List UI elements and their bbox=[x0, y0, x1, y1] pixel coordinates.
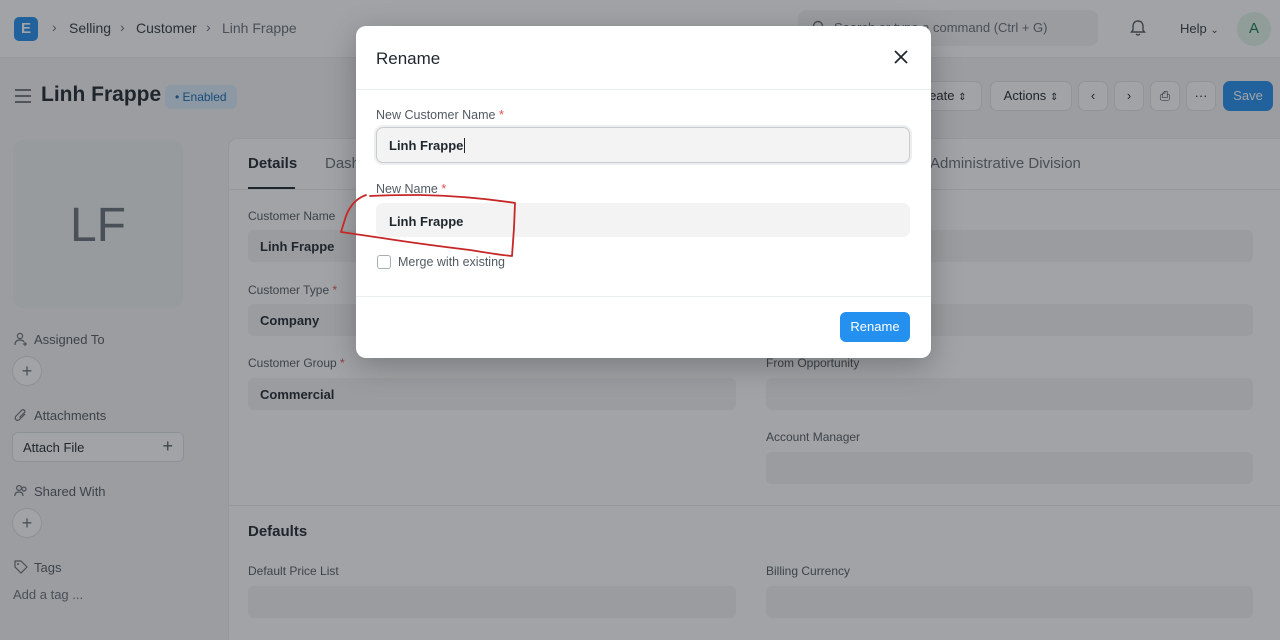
rename-dialog: Rename New Customer Name * Linh Frappe N… bbox=[356, 26, 931, 358]
close-icon[interactable] bbox=[891, 47, 911, 67]
dialog-title: Rename bbox=[376, 49, 441, 68]
new-name-label: New Name * bbox=[376, 182, 446, 196]
dialog-header-divider bbox=[356, 89, 931, 90]
new-customer-name-input[interactable]: Linh Frappe bbox=[376, 127, 910, 163]
dialog-footer-divider bbox=[356, 296, 931, 297]
merge-checkbox[interactable] bbox=[377, 255, 391, 269]
new-customer-name-value: Linh Frappe bbox=[389, 138, 464, 153]
new-name-input[interactable]: Linh Frappe bbox=[376, 203, 910, 237]
new-name-label-text: New Name bbox=[376, 182, 438, 196]
new-customer-name-label: New Customer Name * bbox=[376, 108, 504, 122]
rename-button[interactable]: Rename bbox=[840, 312, 910, 342]
required-mark: * bbox=[441, 182, 447, 196]
new-customer-name-label-text: New Customer Name bbox=[376, 108, 496, 122]
required-mark: * bbox=[498, 108, 504, 122]
text-caret bbox=[464, 138, 466, 153]
merge-label[interactable]: Merge with existing bbox=[398, 255, 505, 269]
